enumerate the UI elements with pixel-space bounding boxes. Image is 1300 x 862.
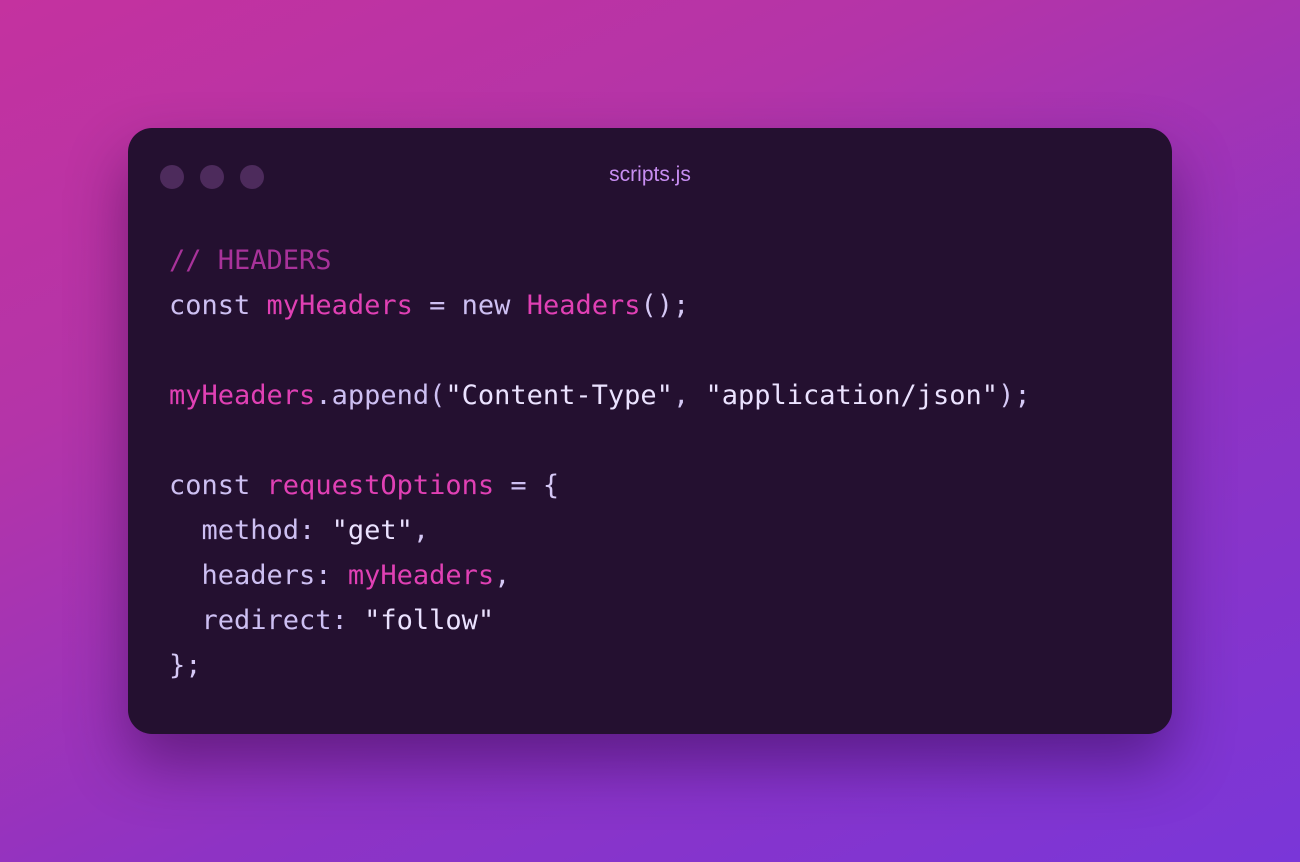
property-key: redirect:: [201, 605, 348, 636]
punctuation: };: [169, 650, 202, 681]
keyword: const: [169, 470, 251, 501]
code-block: // HEADERS const myHeaders = new Headers(…: [169, 238, 1031, 688]
keyword: new: [461, 290, 511, 321]
operator: =: [510, 470, 527, 501]
operator: =: [429, 290, 446, 321]
object: myHeaders: [169, 380, 316, 411]
punctuation: ,: [494, 560, 511, 591]
code-line-6: const requestOptions = {: [169, 463, 1031, 508]
variable: myHeaders: [347, 560, 495, 591]
variable: myHeaders: [266, 290, 413, 321]
class-name: Headers: [526, 290, 641, 321]
comment: // HEADERS: [169, 245, 332, 276]
property-key: headers:: [201, 560, 332, 591]
punctuation: ,: [412, 515, 430, 546]
string: "Content-Type": [445, 380, 673, 411]
code-line-1: // HEADERS: [169, 238, 1031, 283]
method: .append(: [315, 380, 446, 411]
punctuation: ,: [672, 380, 706, 411]
code-line-2: const myHeaders = new Headers();: [169, 283, 1031, 328]
keyword: const: [169, 290, 251, 321]
variable: requestOptions: [266, 470, 495, 501]
punctuation: {: [542, 470, 560, 501]
code-line-4: myHeaders.append("Content-Type", "applic…: [169, 373, 1031, 418]
code-window: scripts.js // HEADERS const myHeaders = n…: [128, 128, 1172, 734]
string: "application/json": [705, 380, 999, 411]
title-bar: scripts.js: [128, 128, 1172, 224]
code-line-7: method: "get",: [169, 508, 1031, 553]
string: "get": [331, 515, 413, 546]
string: "follow": [364, 605, 495, 636]
file-name: scripts.js: [609, 163, 691, 186]
code-line-8: headers: myHeaders,: [169, 553, 1031, 598]
code-line-9: redirect: "follow": [169, 598, 1031, 643]
punctuation: ();: [640, 290, 690, 321]
property-key: method:: [201, 515, 316, 546]
code-line-10: };: [169, 643, 1031, 688]
punctuation: );: [998, 380, 1031, 411]
